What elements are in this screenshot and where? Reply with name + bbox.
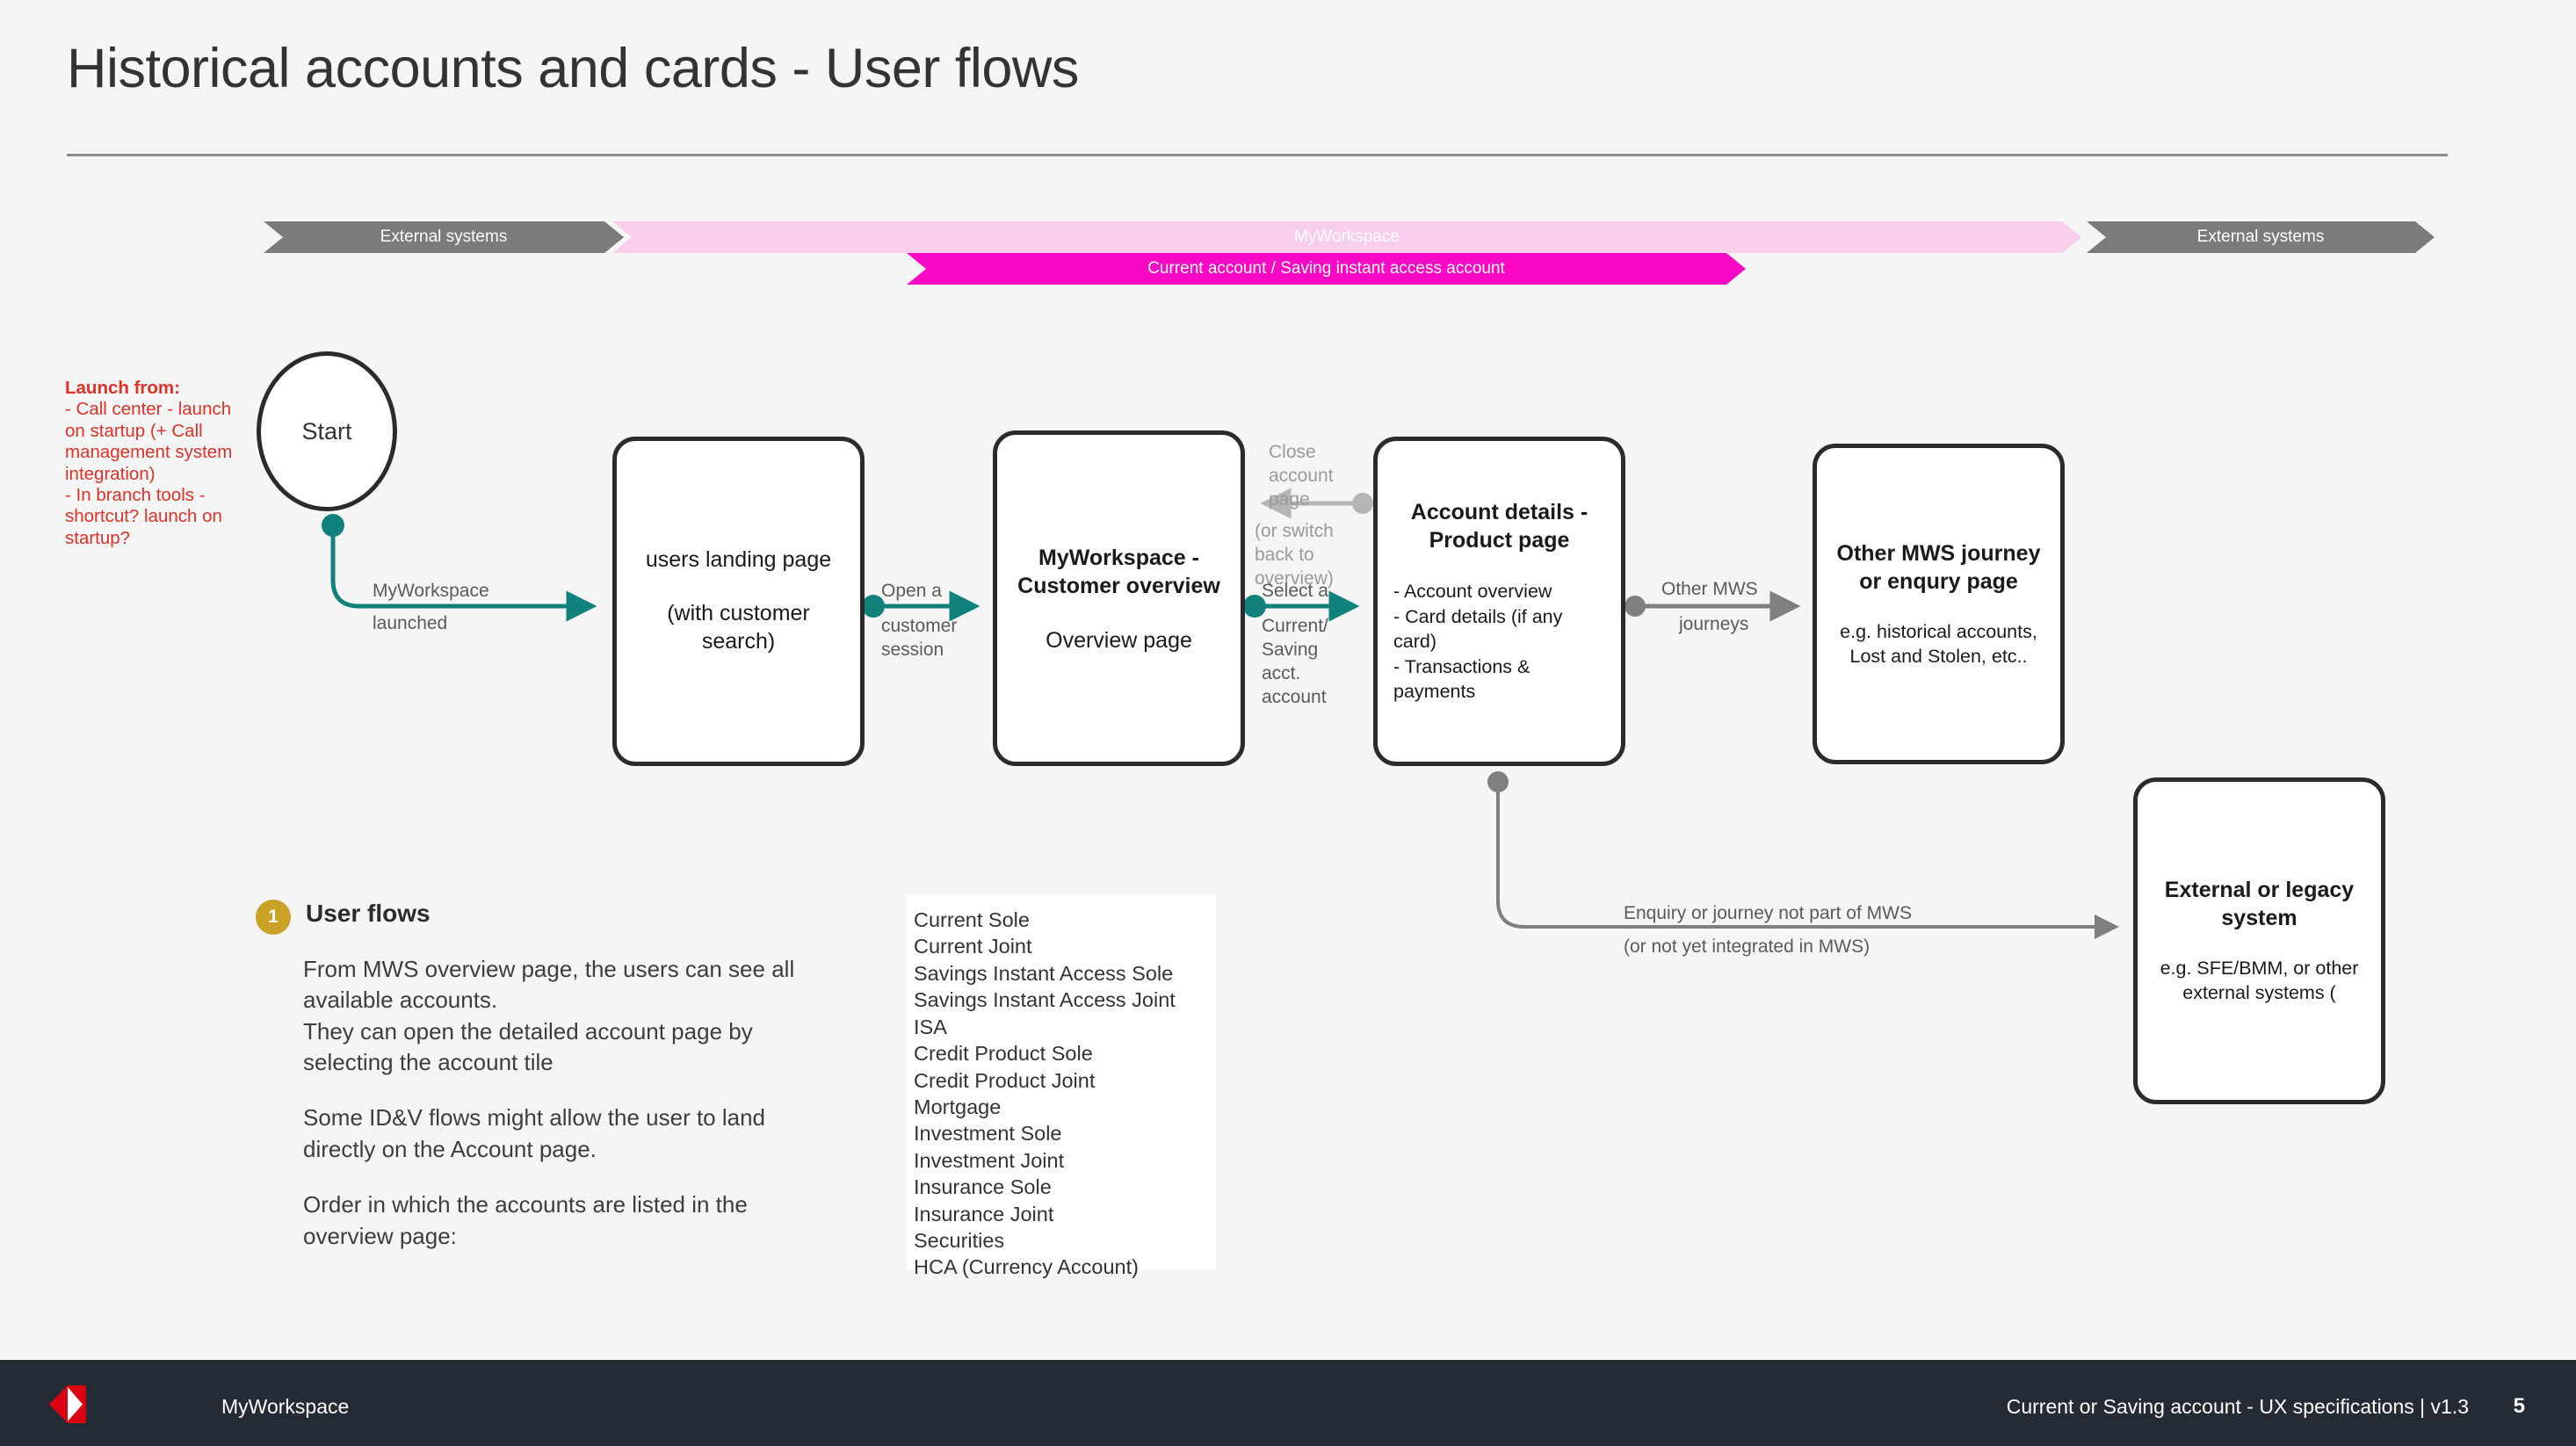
page-title: Historical accounts and cards - User flo… — [67, 38, 1079, 99]
flow-box-journey-subtitle: e.g. historical accounts, Lost and Stole… — [1840, 620, 2037, 667]
annotation-body: From MWS overview page, the users can se… — [303, 954, 821, 1252]
annotation-paragraph-1: From MWS overview page, the users can se… — [303, 956, 795, 1076]
lane-external-right-label: External systems — [2196, 228, 2325, 246]
lane-external-left: External systems — [264, 221, 624, 253]
connector-dot-external — [1487, 771, 1509, 792]
title-divider — [67, 154, 2448, 156]
flow-box-users-landing-page[interactable]: users landing page (with customer search… — [612, 437, 865, 766]
connector-label-select-top: Select a — [1262, 581, 1328, 601]
annotation-title: User flows — [306, 900, 431, 927]
connector-label-other-bottom: journeys — [1679, 614, 1749, 634]
flow-box-overview-subtitle: Overview page — [1046, 627, 1192, 653]
account-list-item: Credit Product Joint — [914, 1068, 1096, 1092]
connector-label-open-bottom: customer session — [881, 616, 958, 660]
account-list-item: Current Joint — [914, 935, 1032, 958]
connector-label-launched-bottom: launched — [373, 613, 448, 633]
hsbc-logo-icon — [49, 1385, 86, 1423]
flow-box-landing-title: users landing page — [645, 547, 832, 572]
flow-box-details-bullet-1: - Account overview — [1393, 581, 1552, 603]
lane-external-right: External systems — [2087, 221, 2435, 253]
launch-from-line-2: - In branch tools - shortcut? launch on … — [65, 484, 222, 548]
account-list-item: Investment Sole — [914, 1122, 1062, 1146]
account-list-item: Current Sole — [914, 908, 1030, 931]
flow-box-customer-overview[interactable]: MyWorkspace - Customer overview Overview… — [993, 430, 1245, 766]
lane-myworkspace-label: MyWorkspace — [1293, 228, 1400, 246]
account-list-item: ISA — [914, 1015, 947, 1038]
flow-box-details-title: Account details - Product page — [1410, 500, 1588, 553]
account-list-item: Investment Joint — [914, 1148, 1065, 1172]
lane-external-left-label: External systems — [380, 228, 508, 246]
footer-page-number: 5 — [2513, 1394, 2525, 1418]
annotation-paragraph-3: Order in which the accounts are listed i… — [303, 1191, 748, 1249]
account-list-item: HCA (Currency Account) — [914, 1255, 1139, 1279]
slide-canvas: Historical accounts and cards - User flo… — [0, 0, 2576, 1446]
connector-label-enquiry-bottom: (or not yet integrated in MWS) — [1624, 936, 1870, 957]
connector-dot-close — [1352, 493, 1373, 514]
account-list-item: Credit Product Sole — [914, 1042, 1093, 1066]
connector-label-select-bottom: Current/ Saving acct. account — [1262, 616, 1328, 707]
flow-box-external-subtitle: e.g. SFE/BMM, or other external systems … — [2160, 958, 2359, 1003]
start-node[interactable]: Start — [257, 351, 397, 511]
flow-box-journey-title: Other MWS journey or enqury page — [1836, 540, 2041, 594]
connector-label-open-top: Open a — [881, 581, 942, 601]
footer-brand: MyWorkspace — [221, 1395, 350, 1418]
flow-box-details-bullet-2: - Card details (if any card) — [1393, 605, 1563, 653]
launch-from-line-1: - Call center - launch on startup (+ Cal… — [65, 399, 233, 484]
account-list-item: Mortgage — [914, 1095, 1002, 1118]
connector-label-enquiry-top: Enquiry or journey not part of MWS — [1624, 903, 1912, 923]
account-list-item: Insurance Joint — [914, 1202, 1054, 1225]
connector-dot-details — [1624, 596, 1646, 617]
connector-dot-start — [322, 514, 344, 537]
connector-label-close-top: Close account page — [1269, 442, 1334, 510]
launch-from-note: Launch from: - Call center - launch on s… — [65, 378, 250, 549]
account-list-item: Savings Instant Access Sole — [914, 961, 1174, 985]
flow-box-external-legacy-system[interactable]: External or legacy system e.g. SFE/BMM, … — [2133, 777, 2385, 1104]
lane-myworkspace: MyWorkspace — [612, 221, 2081, 253]
lane-product-label: Current account / Saving instant access … — [1147, 259, 1505, 278]
lane-product: Current account / Saving instant access … — [907, 253, 1746, 285]
account-order-list: Current Sole Current Joint Savings Instant… — [907, 894, 1216, 1278]
flow-box-other-mws-journey[interactable]: Other MWS journey or enqury page e.g. hi… — [1813, 444, 2065, 764]
flow-box-account-details[interactable]: Account details - Product page - Account… — [1373, 437, 1625, 766]
start-node-label: Start — [301, 417, 352, 445]
annotation-paragraph-2: Some ID&V flows might allow the user to … — [303, 1104, 766, 1162]
flow-box-details-bullet-3: - Transactions & payments — [1393, 655, 1530, 703]
connector-label-other-top: Other MWS — [1661, 579, 1758, 599]
flow-box-details-bullets: - Account overview - Card details (if an… — [1393, 579, 1605, 705]
flow-box-external-title: External or legacy system — [2164, 878, 2355, 931]
account-list-item: Insurance Sole — [914, 1175, 1052, 1199]
launch-from-heading: Launch from: — [65, 378, 180, 398]
account-list-item: Savings Instant Access Joint — [914, 988, 1176, 1012]
account-list-item: Securities — [914, 1229, 1005, 1253]
annotation-badge: 1 — [256, 900, 291, 935]
flow-box-landing-subtitle: (with customer search) — [667, 601, 810, 654]
connector-label-launched-top: MyWorkspace — [373, 581, 489, 601]
footer-doc-title: Current or Saving account - UX specifica… — [2006, 1395, 2469, 1418]
flow-box-overview-title: MyWorkspace - Customer overview — [1017, 545, 1220, 598]
